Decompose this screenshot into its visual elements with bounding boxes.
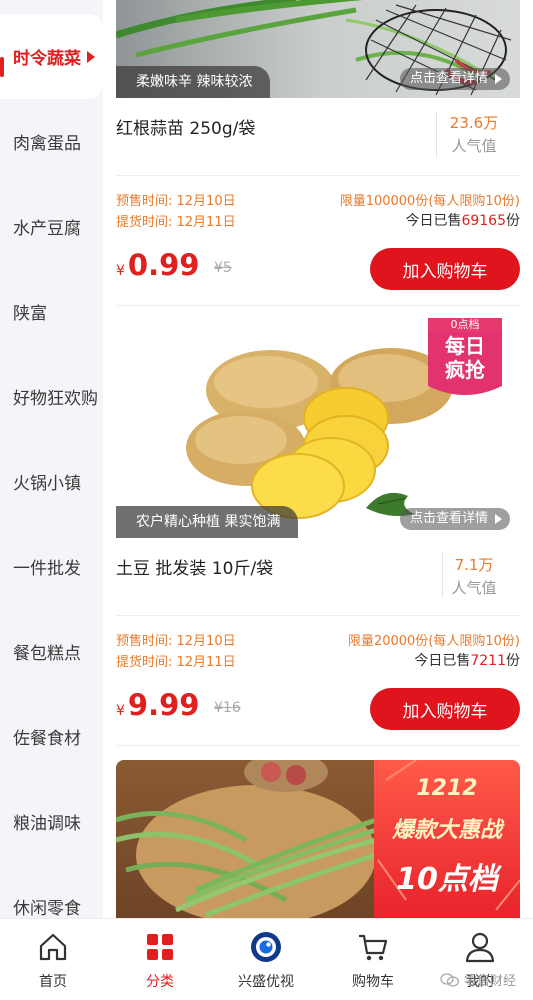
presale-info: 预售时间: 12月10日 提货时间: 12月11日 限量20000份(每人限购1… — [116, 616, 520, 746]
nav-category[interactable]: 分类 — [120, 919, 200, 1000]
sold-count: 7211 — [470, 653, 506, 669]
wechat-icon — [440, 972, 460, 987]
add-to-cart-button[interactable]: 加入购物车 — [370, 688, 520, 730]
sidebar-item-label: 火锅小镇 — [13, 474, 81, 494]
sidebar-item-label: 肉禽蛋品 — [13, 134, 81, 154]
original-price: ¥16 — [214, 700, 241, 716]
promo-banner-line2: 爆款大惠战 — [391, 818, 502, 843]
sidebar-top-cap — [0, 0, 103, 14]
nav-label: 兴盛优视 — [238, 974, 294, 990]
cart-icon — [359, 934, 388, 961]
product-image[interactable]: 0点档 每日 疯抢 农户精心种植 果实饱满 点击查看详情 — [116, 308, 520, 538]
sold-prefix: 今日已售 — [414, 653, 471, 669]
promo-banner-line3: 10点档 — [396, 862, 498, 897]
sidebar-item-label: 好物狂欢购 — [13, 389, 98, 409]
presale-time: 预售时间: 12月10日 — [116, 634, 236, 649]
sold-count: 69165 — [461, 213, 506, 229]
product-card: 柔嫩味辛 辣味较浓 点击查看详情 红根蒜苗 250g/袋 23.6万 人气值 预… — [116, 0, 520, 306]
user-icon — [465, 932, 495, 963]
nav-label: 首页 — [39, 974, 67, 990]
sale-price: ¥9.99 — [116, 688, 199, 722]
nav-video[interactable]: 兴盛优视 — [226, 919, 306, 1000]
sidebar-item-label: 佐餐食材 — [13, 729, 81, 749]
home-icon — [39, 933, 67, 961]
sidebar-item-wholesale[interactable]: 一件批发 — [0, 524, 103, 609]
sold-today: 今日已售7211份 — [414, 650, 520, 670]
sidebar-item-label: 水产豆腐 — [13, 219, 81, 239]
nav-label: 分类 — [146, 974, 174, 990]
product-name[interactable]: 红根蒜苗 250g/袋 — [116, 114, 255, 139]
active-caret-icon — [87, 50, 95, 63]
add-to-cart-button[interactable]: 加入购物车 — [370, 248, 520, 290]
purchase-limit: 限量100000份(每人限购10份) — [339, 194, 520, 209]
sold-suffix: 份 — [506, 213, 520, 229]
purchase-limit: 限量20000份(每人限购10份) — [347, 634, 520, 649]
pickup-time: 提货时间: 12月11日 — [116, 215, 236, 230]
source-watermark: 零售财经 — [440, 970, 516, 989]
currency-symbol: ¥ — [116, 263, 125, 279]
popularity-value: 7.1万 — [454, 556, 494, 574]
product-card: 1212 爆款大惠战 10点档 — [116, 760, 520, 918]
popularity-label: 人气值 — [451, 579, 497, 597]
pickup-time: 提货时间: 12月11日 — [116, 655, 236, 670]
sidebar-item-seasonal-vegetables[interactable]: 时令蔬菜 — [0, 14, 103, 99]
nav-home[interactable]: 首页 — [13, 919, 93, 1000]
sidebar-item-grain-oil[interactable]: 粮油调味 — [0, 779, 103, 864]
nav-cart[interactable]: 购物车 — [333, 919, 413, 1000]
price-value: 0.99 — [127, 248, 200, 282]
view-details-link[interactable]: 点击查看详情 — [399, 68, 510, 90]
watermark-text: 零售财经 — [464, 974, 517, 989]
eye-icon — [251, 932, 281, 962]
product-tagline: 农户精心种植 果实饱满 — [116, 506, 299, 538]
price-value: 9.99 — [127, 688, 200, 722]
promo-banner-line1: 1212 — [416, 776, 478, 801]
sale-price: ¥0.99 — [116, 248, 199, 282]
sold-prefix: 今日已售 — [405, 213, 462, 229]
sold-today: 今日已售69165份 — [405, 210, 520, 230]
currency-symbol: ¥ — [116, 703, 125, 719]
divider — [436, 112, 437, 158]
product-tagline: 柔嫩味辛 辣味较浓 — [116, 66, 271, 98]
category-icon — [147, 934, 173, 960]
nav-label: 购物车 — [352, 974, 394, 990]
sidebar-item-label: 休闲零食 — [13, 899, 81, 918]
category-sidebar: 时令蔬菜 肉禽蛋品 水产豆腐 陕富 好物狂欢购 火锅小镇 一件批发 餐包糕点 佐… — [0, 0, 103, 918]
sidebar-item-hotpot-town[interactable]: 火锅小镇 — [0, 439, 103, 524]
daily-rush-badge-line1: 每日 — [445, 334, 485, 358]
product-name[interactable]: 土豆 批发装 10斤/袋 — [116, 554, 273, 579]
sidebar-item-meat-eggs[interactable]: 肉禽蛋品 — [0, 99, 103, 184]
sidebar-item-seafood-tofu[interactable]: 水产豆腐 — [0, 184, 103, 269]
sidebar-item-side-dishes[interactable]: 佐餐食材 — [0, 694, 103, 779]
product-image[interactable]: 1212 爆款大惠战 10点档 — [116, 760, 520, 918]
presale-time: 预售时间: 12月10日 — [116, 194, 236, 209]
time-slot-badge: 0点档 — [450, 318, 480, 331]
product-name-row: 红根蒜苗 250g/袋 23.6万 人气值 — [116, 98, 520, 176]
product-name-row: 土豆 批发装 10斤/袋 7.1万 人气值 — [116, 538, 520, 616]
sidebar-item-label: 时令蔬菜 — [13, 49, 81, 69]
original-price: ¥5 — [214, 260, 232, 276]
popularity-label: 人气值 — [451, 137, 497, 155]
presale-info: 预售时间: 12月10日 提货时间: 12月11日 限量100000份(每人限购… — [116, 176, 520, 306]
sidebar-item-label: 陕富 — [13, 304, 47, 324]
product-image[interactable]: 柔嫩味辛 辣味较浓 点击查看详情 — [116, 0, 520, 98]
view-details-link[interactable]: 点击查看详情 — [399, 508, 510, 530]
sidebar-item-label: 餐包糕点 — [13, 644, 81, 664]
sold-suffix: 份 — [506, 653, 520, 669]
sidebar-item-goods-carnival[interactable]: 好物狂欢购 — [0, 354, 103, 439]
sidebar-item-label: 一件批发 — [13, 559, 81, 579]
daily-rush-badge-line2: 疯抢 — [445, 358, 485, 382]
sidebar-item-shaanfu[interactable]: 陕富 — [0, 269, 103, 354]
sidebar-item-bread-pastry[interactable]: 餐包糕点 — [0, 609, 103, 694]
sidebar-item-snacks[interactable]: 休闲零食 — [0, 864, 103, 918]
popularity-value: 23.6万 — [449, 114, 499, 132]
sidebar-item-label: 粮油调味 — [13, 814, 81, 834]
product-card: 0点档 每日 疯抢 农户精心种植 果实饱满 点击查看详情 土豆 批发装 10斤/… — [116, 308, 520, 746]
